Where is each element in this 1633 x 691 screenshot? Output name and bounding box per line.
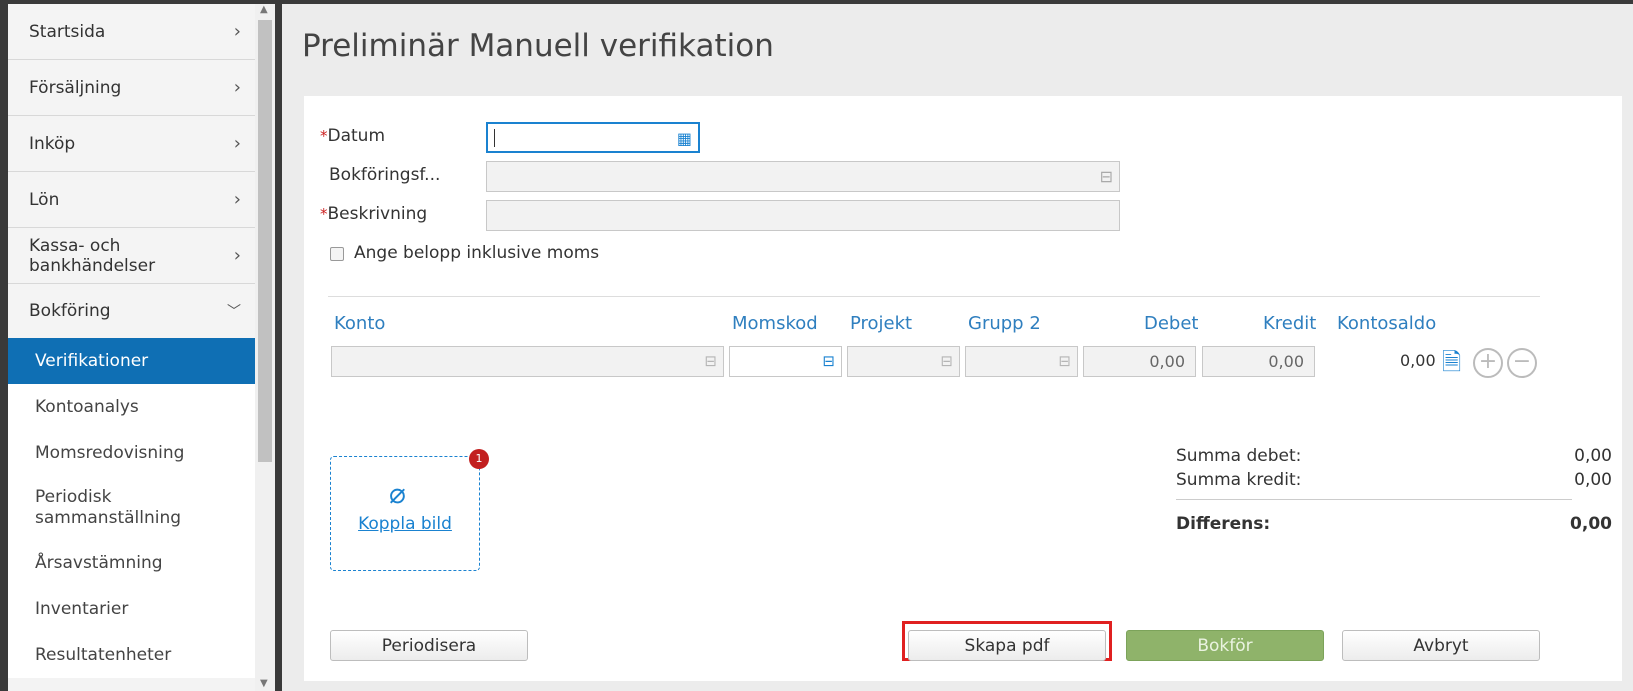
scroll-down-icon[interactable]: ▼ [260, 678, 268, 689]
datum-input[interactable]: ▦ [486, 122, 700, 153]
divider [328, 296, 1540, 297]
koppla-bild-link[interactable]: Koppla bild [331, 514, 479, 534]
sidebar-scrollbar[interactable]: ▲ ▼ [255, 4, 275, 691]
col-momskod: Momskod [732, 313, 818, 334]
summa-kredit-value: 0,00 [1574, 470, 1612, 490]
col-grupp2: Grupp 2 [968, 313, 1041, 334]
sidebar-item-forsaljning[interactable]: Försäljning › [8, 60, 255, 116]
sidebar-subitem-label: Inventarier [35, 599, 129, 619]
sidebar-item-label: Försäljning [29, 77, 122, 98]
datum-label: *Datum [320, 126, 385, 146]
grupp2-input[interactable]: ⊟ [965, 346, 1078, 377]
paperclip-icon: ⌀ [389, 477, 406, 510]
skapa-pdf-button[interactable]: Skapa pdf [908, 630, 1106, 661]
bokfor-button[interactable]: Bokför [1126, 630, 1324, 661]
bokforingsf-label: Bokföringsf... [329, 165, 441, 185]
summa-debet-label: Summa debet: [1176, 446, 1302, 466]
avbryt-button[interactable]: Avbryt [1342, 630, 1540, 661]
sidebar-subitem-label: Kontoanalys [35, 397, 139, 417]
lookup-icon[interactable]: ⊟ [940, 352, 953, 370]
summa-debet-value: 0,00 [1574, 446, 1612, 466]
sidebar-item-inkop[interactable]: Inköp › [8, 116, 255, 172]
lookup-icon[interactable]: ⊟ [1058, 352, 1071, 370]
sidebar-subitem-kontoanalys[interactable]: Kontoanalys [8, 384, 255, 430]
sidebar-subitem-momsredovisning[interactable]: Momsredovisning [8, 430, 255, 476]
sidebar-subitem-arsavstamning[interactable]: Årsavstämning [8, 540, 255, 586]
sidebar-subitem-label: Verifikationer [35, 351, 149, 371]
chevron-right-icon: › [233, 77, 241, 98]
sidebar-subitem-periodisk[interactable]: Periodisk sammanställning [8, 476, 208, 540]
required-marker: * [320, 127, 328, 145]
main-content: Preliminär Manuell verifikation *Datum ▦… [282, 4, 1633, 691]
sidebar-item-label: Inköp [29, 133, 76, 154]
lookup-icon[interactable]: ⊟ [704, 352, 717, 370]
document-link-icon[interactable]: 🗎 [1442, 345, 1461, 386]
momskod-input[interactable]: ⊟ [729, 346, 842, 377]
remove-row-icon[interactable]: − [1507, 348, 1537, 378]
lookup-icon[interactable]: ⊟ [1100, 167, 1113, 186]
sidebar: Startsida › Försäljning › Inköp › Lön › … [8, 4, 255, 691]
debet-input[interactable]: 0,00 [1083, 346, 1196, 377]
sidebar-subitem-label: Momsredovisning [35, 443, 185, 463]
projekt-input[interactable]: ⊟ [847, 346, 960, 377]
sidebar-item-label: Lön [29, 189, 60, 210]
sidebar-item-kassa-bank[interactable]: Kassa- och bankhändelser › [8, 228, 255, 284]
page-title: Preliminär Manuell verifikation [302, 28, 774, 64]
scrollbar-thumb[interactable] [258, 20, 272, 462]
beskrivning-label: *Beskrivning [320, 204, 427, 224]
sidebar-subitem-verifikationer[interactable]: Verifikationer [8, 338, 255, 384]
chevron-right-icon: › [233, 245, 241, 266]
kontosaldo-value: 0,00 [1400, 351, 1436, 370]
summary-divider [1176, 499, 1572, 500]
col-konto: Konto [334, 313, 386, 334]
sidebar-subitem-label: Resultatenheter [35, 645, 172, 665]
inkl-moms-label: Ange belopp inklusive moms [354, 243, 600, 263]
sidebar-item-bokforing[interactable]: Bokföring ﹀ [8, 284, 255, 338]
sidebar-subitem-resultatenheter[interactable]: Resultatenheter [8, 632, 255, 678]
col-kredit: Kredit [1263, 313, 1317, 334]
sidebar-item-label: Bokföring [29, 301, 111, 321]
sidebar-subitem-label: Årsavstämning [35, 553, 163, 573]
sidebar-subitem-inventarier[interactable]: Inventarier [8, 586, 255, 632]
col-debet: Debet [1144, 313, 1199, 334]
bokforingsf-input[interactable]: ⊟ [486, 161, 1120, 192]
text-caret [494, 129, 495, 147]
periodisera-button[interactable]: Periodisera [330, 630, 528, 661]
summa-kredit-label: Summa kredit: [1176, 470, 1302, 490]
chevron-right-icon: › [233, 21, 241, 42]
lookup-icon[interactable]: ⊟ [822, 352, 835, 370]
attachment-count-badge: 1 [469, 449, 489, 469]
beskrivning-label-text: Beskrivning [327, 204, 428, 224]
konto-input[interactable]: ⊟ [331, 346, 724, 377]
required-marker: * [320, 205, 328, 223]
chevron-right-icon: › [233, 133, 241, 154]
col-kontosaldo: Kontosaldo [1337, 313, 1437, 334]
chevron-right-icon: › [233, 189, 241, 210]
sidebar-item-startsida[interactable]: Startsida › [8, 4, 255, 60]
sidebar-subitem-label: Periodisk sammanställning [35, 487, 182, 528]
chevron-down-icon: ﹀ [227, 304, 241, 320]
scroll-up-icon[interactable]: ▲ [260, 4, 268, 15]
inkl-moms-checkbox[interactable] [330, 247, 344, 261]
differens-value: 0,00 [1570, 514, 1612, 534]
action-bar: Periodisera Skapa pdf Bokför Avbryt [304, 614, 1622, 681]
differens-label: Differens: [1176, 514, 1271, 534]
kredit-input[interactable]: 0,00 [1202, 346, 1315, 377]
sidebar-item-label: Kassa- och bankhändelser [29, 235, 156, 276]
add-row-icon[interactable]: + [1473, 348, 1503, 378]
sidebar-item-lon[interactable]: Lön › [8, 172, 255, 228]
col-projekt: Projekt [850, 313, 913, 334]
calendar-icon[interactable]: ▦ [677, 129, 692, 148]
sidebar-item-label: Startsida [29, 21, 106, 42]
verification-form: *Datum ▦ Bokföringsf... ⊟ *Beskrivning A… [304, 96, 1622, 614]
sidebar-sublist: Verifikationer Kontoanalys Momsredovisni… [8, 338, 255, 678]
attach-image-box[interactable]: 1 ⌀ Koppla bild [330, 449, 489, 571]
datum-label-text: Datum [327, 126, 386, 146]
beskrivning-input[interactable] [486, 200, 1120, 231]
